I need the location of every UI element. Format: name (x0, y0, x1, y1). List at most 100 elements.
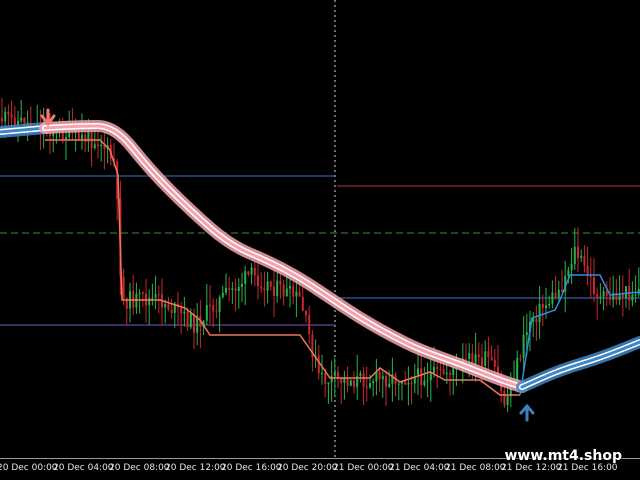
candle-body (410, 382, 413, 384)
candle-body (353, 380, 355, 387)
time-axis-label: 21 Dec 12:00 (501, 463, 562, 473)
candle-body (317, 355, 320, 374)
candle-body (186, 311, 189, 328)
candle-body (93, 144, 96, 148)
moving-average-band (0, 119, 640, 393)
candle-body (404, 381, 407, 385)
candle-body (170, 309, 173, 313)
candle-body (369, 383, 371, 388)
candle-body (151, 297, 154, 299)
candle-body (231, 288, 234, 290)
candle-body (20, 117, 23, 121)
candle-body (407, 382, 410, 385)
candle-body (301, 296, 304, 311)
time-axis-label: 20 Dec 08:00 (109, 463, 170, 473)
watermark: www.mt4.shop (504, 448, 622, 464)
candle-body (324, 373, 327, 384)
candle-body (426, 380, 429, 382)
candle-body (593, 277, 595, 294)
candle-body (541, 304, 544, 308)
candle-body (577, 246, 579, 258)
candle-body (493, 359, 496, 367)
candle-body (81, 134, 83, 140)
candle-body (583, 256, 586, 266)
candle-body (385, 375, 387, 387)
candle-body (359, 373, 362, 376)
candle-body (548, 303, 551, 306)
trailing-stop-line (0, 127, 640, 396)
candle-body (535, 318, 538, 323)
candle-body (279, 280, 282, 285)
candle-body (481, 357, 483, 366)
candle-body (260, 286, 263, 289)
candle-body (289, 286, 291, 289)
candle-body (333, 371, 336, 376)
candle-body (209, 305, 211, 307)
candle-body (228, 287, 231, 290)
candle-body (138, 292, 141, 294)
candle-body (589, 276, 592, 278)
chart-lines (0, 0, 640, 458)
candle-body (337, 371, 339, 378)
candle-body (388, 383, 391, 387)
candle-body (157, 294, 160, 296)
candle-body (445, 373, 448, 374)
price-chart[interactable] (0, 0, 640, 458)
candle-body (503, 390, 506, 406)
candle-body (285, 288, 288, 297)
candle-body (484, 351, 487, 366)
candle-body (365, 386, 368, 388)
candle-body (442, 369, 445, 374)
candle-body (519, 357, 522, 359)
candle-body (234, 288, 237, 291)
candle-body (1, 118, 3, 122)
candle-body (420, 368, 423, 386)
candle-body (429, 373, 432, 381)
candle-body (7, 111, 10, 115)
candle-body (282, 284, 285, 297)
candle-body (189, 313, 192, 328)
candle-body (506, 396, 509, 406)
candle-body (263, 288, 266, 291)
candle-body (545, 305, 547, 308)
candle-body (237, 287, 240, 291)
candle-body (522, 334, 525, 358)
candle-body (253, 267, 256, 276)
candle-body (212, 305, 215, 312)
candle-body (273, 286, 275, 296)
candle-body (423, 380, 426, 386)
candle-body (567, 270, 570, 276)
candle-body (154, 294, 157, 298)
candle-body (241, 283, 243, 287)
candle-body (244, 271, 247, 284)
candle-body (4, 111, 7, 122)
candle-body (167, 304, 170, 310)
candle-body (625, 286, 627, 299)
candle-body (378, 371, 381, 380)
candle-body (538, 304, 541, 322)
candle-body (305, 310, 307, 316)
time-axis-label: 21 Dec 16:00 (557, 463, 618, 473)
candle-body (436, 366, 439, 370)
candle-body (180, 307, 183, 314)
time-axis-label: 20 Dec 16:00 (221, 463, 282, 473)
candle-body (609, 295, 611, 300)
time-axis-label: 20 Dec 12:00 (165, 463, 226, 473)
candle-body (433, 366, 435, 373)
candle-body (257, 275, 259, 287)
candle-body (634, 294, 637, 296)
candle-body (330, 375, 333, 383)
candle-body (362, 373, 365, 387)
candle-body (570, 264, 573, 271)
candle-body (349, 380, 352, 386)
candle-body (100, 144, 103, 147)
candle-body (605, 291, 608, 296)
candle-body (321, 373, 323, 374)
candle-body (221, 292, 224, 298)
candle-body (372, 381, 375, 384)
candle-body (580, 256, 583, 258)
candle-body (218, 297, 221, 312)
time-axis-label: 20 Dec 00:00 (0, 463, 58, 473)
candle-body (449, 373, 451, 375)
candle-body (573, 246, 576, 265)
